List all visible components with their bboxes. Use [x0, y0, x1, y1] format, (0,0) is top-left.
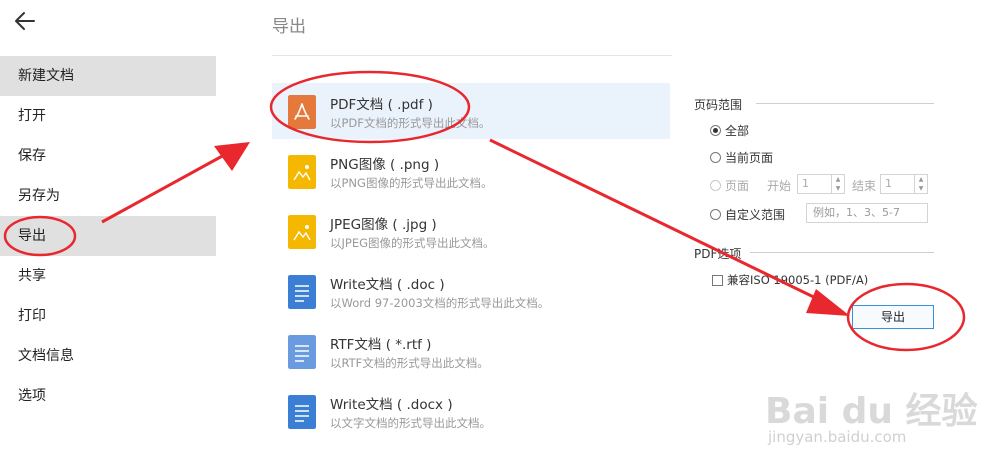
start-page-stepper: 1 ▲ ▼ [797, 174, 845, 194]
stepper-arrows-icon: ▲ ▼ [831, 175, 844, 193]
radio-button-disabled [710, 180, 721, 191]
end-page-value: 1 [885, 177, 892, 190]
pdfa-compat-checkbox-row[interactable]: 兼容ISO 19005-1 (PDF/A) [712, 272, 868, 288]
format-name: Write文档 ( .doc ) [330, 277, 445, 293]
format-name: PDF文档 ( .pdf ) [330, 97, 433, 113]
format-description: 以PDF文档的形式导出此文档。 [330, 116, 491, 130]
pdf-options-title: PDF选项 [694, 247, 742, 261]
document-icon [288, 335, 316, 369]
arrow-head-icon [806, 289, 850, 316]
format-name: Write文档 ( .docx ) [330, 397, 453, 413]
watermark-url: jingyan.baidu.com [768, 428, 907, 446]
document-icon [288, 275, 316, 309]
sidebar-item-open[interactable]: 打开 [0, 96, 216, 136]
pdfa-compat-label: 兼容ISO 19005-1 (PDF/A) [727, 273, 869, 287]
sidebar-item-save[interactable]: 保存 [0, 136, 216, 176]
sidebar-item-new-document[interactable]: 新建文档 [0, 56, 216, 96]
format-item-png[interactable]: PNG图像 ( .png ) 以PNG图像的形式导出此文档。 [272, 143, 670, 199]
back-arrow-icon[interactable] [12, 8, 38, 34]
page-range-divider [756, 103, 934, 104]
radio-current-page[interactable]: 当前页面 [710, 149, 773, 166]
sidebar: 新建文档 打开 保存 另存为 导出 共享 打印 文档信息 选项 [0, 0, 216, 468]
format-description: 以JPEG图像的形式导出此文档。 [330, 236, 495, 250]
radio-custom-label: 自定义范围 [725, 208, 786, 222]
export-button[interactable]: 导出 [852, 305, 934, 329]
pdf-icon [288, 95, 316, 129]
radio-all[interactable]: 全部 [710, 122, 749, 139]
sidebar-item-share[interactable]: 共享 [0, 256, 216, 296]
format-name: RTF文档 ( *.rtf ) [330, 337, 432, 353]
start-page-value: 1 [802, 177, 809, 190]
radio-button[interactable] [710, 209, 721, 220]
sidebar-item-document-info[interactable]: 文档信息 [0, 336, 216, 376]
end-page-stepper: 1 ▲ ▼ [880, 174, 928, 194]
sidebar-item-save-as[interactable]: 另存为 [0, 176, 216, 216]
radio-pages: 页面 [710, 177, 749, 194]
format-description: 以PNG图像的形式导出此文档。 [330, 176, 493, 190]
format-item-pdf[interactable]: PDF文档 ( .pdf ) 以PDF文档的形式导出此文档。 [272, 83, 670, 139]
format-description: 以Word 97-2003文档的形式导出此文档。 [330, 296, 550, 310]
radio-pages-label: 页面 [725, 179, 750, 193]
sidebar-item-print[interactable]: 打印 [0, 296, 216, 336]
format-item-docx[interactable]: Write文档 ( .docx ) 以文字文档的形式导出此文档。 [272, 383, 670, 439]
radio-button[interactable] [710, 152, 721, 163]
format-description: 以RTF文档的形式导出此文档。 [330, 356, 489, 370]
sidebar-item-options[interactable]: 选项 [0, 376, 216, 416]
title-divider [272, 55, 672, 56]
radio-button-checked[interactable] [710, 125, 721, 136]
arrow-head-icon [214, 142, 250, 171]
end-label: 结束 [852, 179, 877, 193]
pdf-options-divider [750, 252, 934, 253]
format-name: PNG图像 ( .png ) [330, 157, 440, 173]
image-icon [288, 215, 316, 249]
document-icon [288, 395, 316, 429]
radio-custom-range[interactable]: 自定义范围 [710, 206, 785, 223]
page-range-title: 页码范围 [694, 98, 743, 112]
format-description: 以文字文档的形式导出此文档。 [330, 416, 491, 430]
page-title: 导出 [272, 17, 306, 37]
custom-range-input[interactable]: 例如，1、3、5-7 [806, 203, 928, 223]
start-label: 开始 [767, 179, 792, 193]
format-item-jpeg[interactable]: JPEG图像 ( .jpg ) 以JPEG图像的形式导出此文档。 [272, 203, 670, 259]
format-item-doc[interactable]: Write文档 ( .doc ) 以Word 97-2003文档的形式导出此文档… [272, 263, 670, 319]
baidu-watermark: Bai du 经验 [765, 391, 978, 432]
image-icon [288, 155, 316, 189]
radio-current-label: 当前页面 [725, 151, 774, 165]
format-name: JPEG图像 ( .jpg ) [330, 217, 437, 233]
stepper-arrows-icon: ▲ ▼ [914, 175, 927, 193]
checkbox[interactable] [712, 274, 723, 286]
sidebar-item-export[interactable]: 导出 [0, 216, 216, 256]
radio-all-label: 全部 [725, 124, 750, 138]
format-item-rtf[interactable]: RTF文档 ( *.rtf ) 以RTF文档的形式导出此文档。 [272, 323, 670, 379]
